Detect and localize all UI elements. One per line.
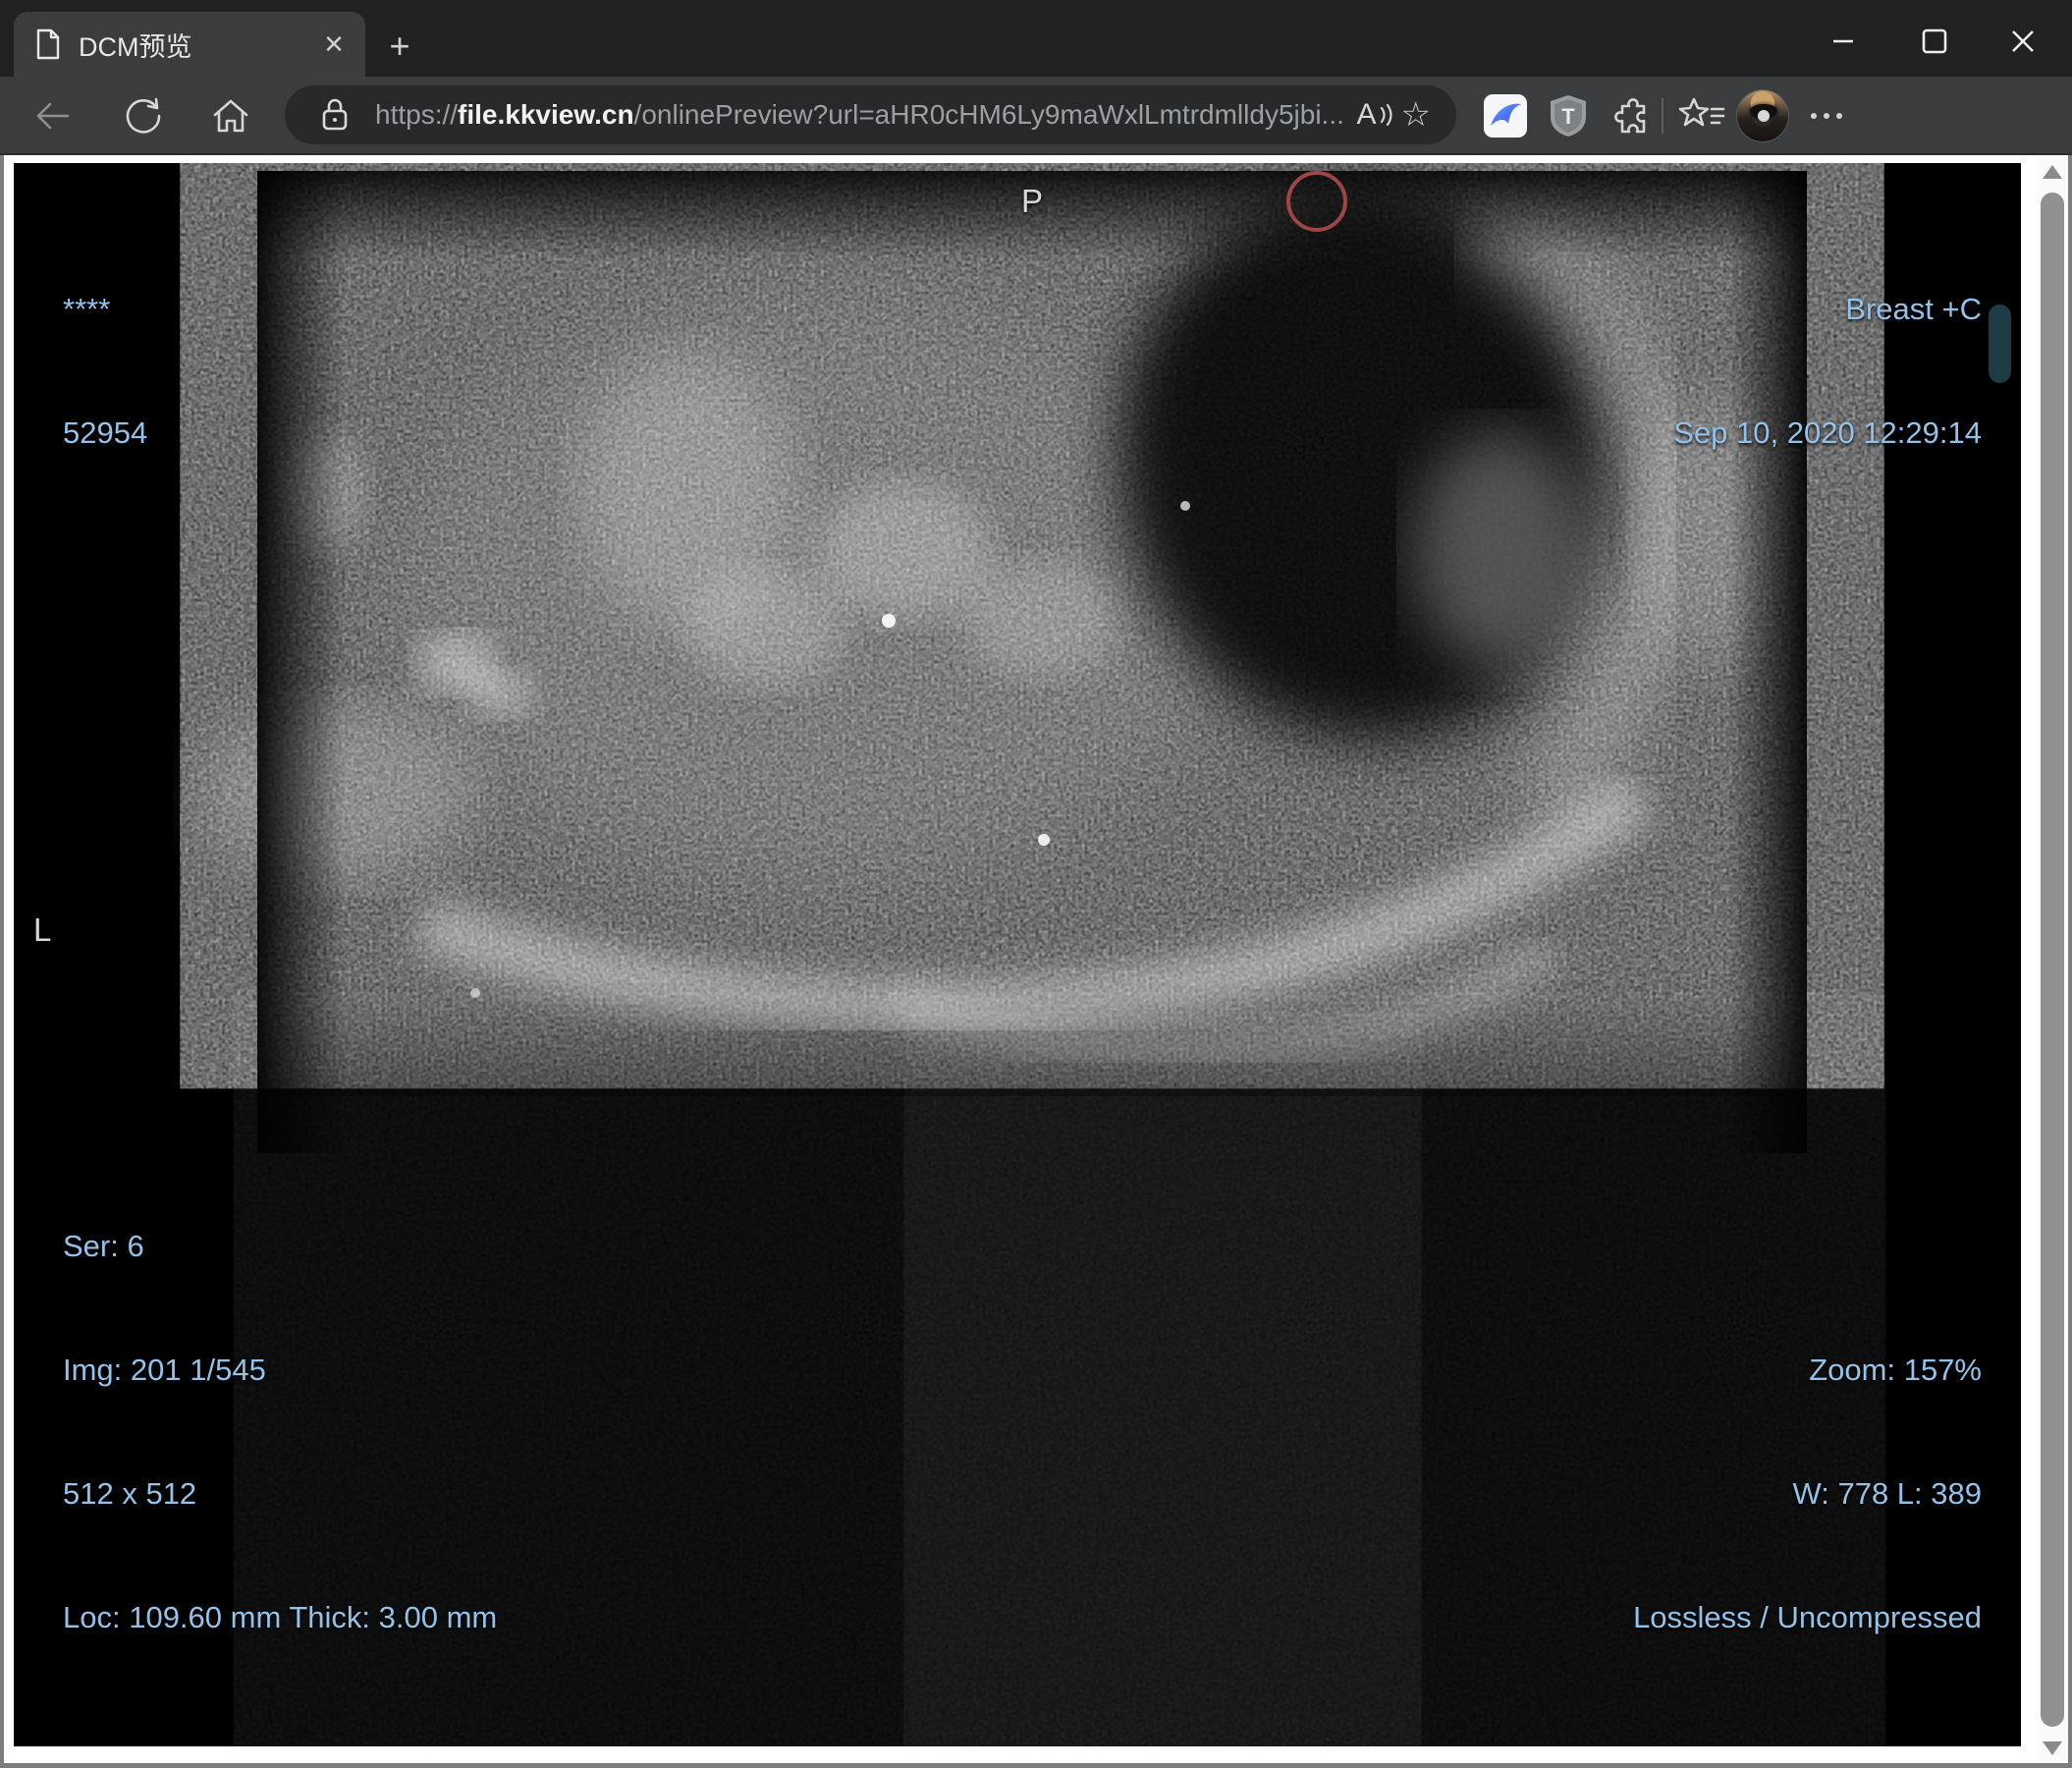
tab-title: DCM预览: [79, 31, 192, 62]
new-tab-button[interactable]: +: [379, 26, 420, 67]
shield-icon: T: [1551, 95, 1586, 137]
bird-icon: [1484, 94, 1527, 138]
browser-toolbar: https://file.kkview.cn/onlinePreview?url…: [0, 77, 2072, 155]
url-path: /onlinePreview?url=aHR0cHM6Ly9maWxlLmtrd…: [633, 99, 1344, 130]
read-aloud-button[interactable]: A: [1357, 98, 1393, 132]
lock-icon[interactable]: [320, 97, 350, 133]
slice-location: Loc: 109.60 mm Thick: 3.00 mm: [63, 1600, 498, 1634]
patient-id: 52954: [63, 415, 148, 450]
zoom-level: Zoom: 157%: [1809, 1353, 1982, 1387]
star-list-icon: [1678, 97, 1725, 127]
overlay-series-info: Ser: 6 Img: 201 1/545 512 x 512 Loc: 109…: [63, 1143, 497, 1721]
home-button[interactable]: [205, 90, 256, 141]
dicom-viewer: **** 52954 Breast +C Sep 10, 2020 12:29:…: [14, 163, 2021, 1746]
viewer-scroll-thumb[interactable]: [1989, 304, 2011, 383]
ellipsis-icon: [1811, 113, 1842, 119]
browser-window: DCM预览 ✕ + https://file.kkview.cn/onlineP…: [0, 0, 2072, 1768]
puzzle-icon: [1614, 98, 1646, 134]
close-icon: [2012, 30, 2034, 52]
url-domain: file.kkview.cn: [458, 99, 634, 130]
maximize-icon: [1922, 28, 1947, 54]
orientation-marker-left: L: [33, 912, 52, 948]
image-matrix: 512 x 512: [63, 1476, 197, 1511]
compression-info: Lossless / Uncompressed: [1633, 1600, 1982, 1634]
home-icon: [213, 99, 248, 133]
refresh-button[interactable]: [118, 90, 169, 141]
window-level: W: 778 L: 389: [1792, 1476, 1982, 1511]
minimize-icon: [1833, 39, 1853, 43]
extension-shield-icon[interactable]: T: [1543, 90, 1594, 141]
tab-strip: DCM预览 ✕ +: [0, 0, 2072, 77]
svg-text:T: T: [1561, 104, 1575, 129]
window-maximize-button[interactable]: [1898, 14, 1971, 69]
url-text: https://file.kkview.cn/onlinePreview?url…: [375, 99, 1357, 131]
back-button[interactable]: [27, 90, 78, 141]
window-close-button[interactable]: [1987, 14, 2059, 69]
profile-avatar[interactable]: [1736, 89, 1789, 142]
scroll-up-arrow-icon[interactable]: [2043, 165, 2062, 179]
url-scheme: https://: [375, 99, 459, 130]
add-favorite-star-button[interactable]: ☆: [1401, 95, 1431, 135]
settings-more-button[interactable]: [1801, 90, 1852, 141]
back-arrow-icon: [36, 102, 70, 130]
overlay-display-info: Zoom: 157% W: 778 L: 389 Lossless / Unco…: [1633, 1267, 1982, 1721]
orientation-marker-posterior: P: [1021, 183, 1044, 219]
read-aloud-letter: A: [1356, 98, 1377, 131]
image-number: Img: 201 1/545: [63, 1353, 266, 1387]
window-border-left: [0, 155, 4, 1768]
extension-bird-icon[interactable]: [1480, 90, 1531, 141]
favorites-list-button[interactable]: [1676, 90, 1727, 141]
red-circle-annotation: [1286, 171, 1347, 232]
window-minimize-button[interactable]: [1807, 14, 1880, 69]
series-number: Ser: 6: [63, 1229, 144, 1263]
page-scrollbar-thumb[interactable]: [2041, 193, 2064, 1727]
address-bar[interactable]: https://file.kkview.cn/onlinePreview?url…: [285, 85, 1456, 144]
overlay-patient: **** 52954: [63, 206, 147, 536]
refresh-icon: [126, 97, 161, 134]
patient-name-masked: ****: [63, 292, 111, 326]
window-border-bottom: [0, 1763, 2072, 1768]
study-datetime: Sep 10, 2020 12:29:14: [1673, 415, 1982, 450]
study-protocol: Breast +C: [1845, 292, 1982, 326]
scroll-down-arrow-icon[interactable]: [2043, 1741, 2062, 1755]
tab-close-button[interactable]: ✕: [314, 25, 354, 64]
document-icon: [36, 28, 60, 60]
toolbar-divider: [1662, 98, 1663, 134]
extensions-puzzle-button[interactable]: [1607, 90, 1658, 141]
read-aloud-waves-icon: [1380, 103, 1392, 127]
overlay-study: Breast +C Sep 10, 2020 12:29:14: [1673, 206, 1982, 536]
tab-dcm-preview[interactable]: DCM预览 ✕: [14, 12, 365, 77]
page-scrollbar[interactable]: [2037, 157, 2068, 1763]
avatar-highlight: [1758, 110, 1770, 122]
window-border-right: [2068, 155, 2072, 1768]
